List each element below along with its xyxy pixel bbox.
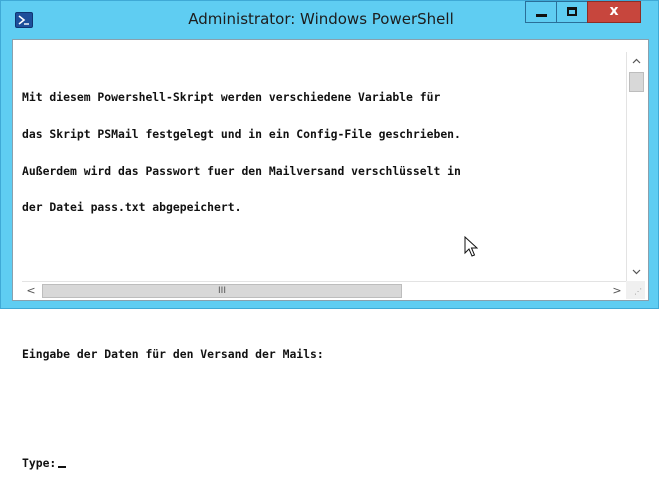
horizontal-scroll-thumb[interactable]: III <box>42 284 402 298</box>
console-line: das Skript PSMail festgelegt und in ein … <box>22 127 461 142</box>
title-bar[interactable]: Administrator: Windows PowerShell x <box>1 1 658 39</box>
chevron-up-icon <box>632 58 641 64</box>
console-line: Mit diesem Powershell-Skript werden vers… <box>22 90 441 105</box>
scroll-left-button[interactable]: < <box>22 282 40 300</box>
chevron-down-icon <box>632 269 641 275</box>
powershell-window: Administrator: Windows PowerShell x Mit … <box>0 0 659 470</box>
vertical-scrollbar[interactable] <box>626 52 646 281</box>
close-button[interactable]: x <box>587 1 641 23</box>
console-line: der Datei pass.txt abgepeichert. <box>22 200 242 215</box>
maximize-button[interactable] <box>556 1 588 23</box>
horizontal-scrollbar[interactable]: < III > <box>22 281 626 300</box>
input-prompt[interactable]: Type: <box>22 456 620 471</box>
console-line: Außerdem wird das Passwort fuer den Mail… <box>22 163 461 178</box>
minimize-icon <box>536 14 547 17</box>
vertical-scroll-thumb[interactable] <box>629 72 644 92</box>
grip-dots-icon: ⋰ <box>634 287 642 296</box>
scroll-up-button[interactable] <box>627 52 646 70</box>
close-icon: x <box>609 3 619 19</box>
scroll-right-button[interactable]: > <box>608 282 626 300</box>
text-cursor <box>58 466 67 469</box>
console-line: Eingabe der Daten für den Versand der Ma… <box>22 346 324 361</box>
scroll-down-button[interactable] <box>627 263 646 281</box>
console-area[interactable]: Mit diesem Powershell-Skript werden vers… <box>12 39 649 470</box>
maximize-icon <box>567 7 577 16</box>
minimize-button[interactable] <box>525 1 557 23</box>
prompt-label: Type: <box>22 456 57 471</box>
resize-grip[interactable]: ⋰ <box>626 281 645 299</box>
mouse-pointer-icon <box>464 236 478 257</box>
